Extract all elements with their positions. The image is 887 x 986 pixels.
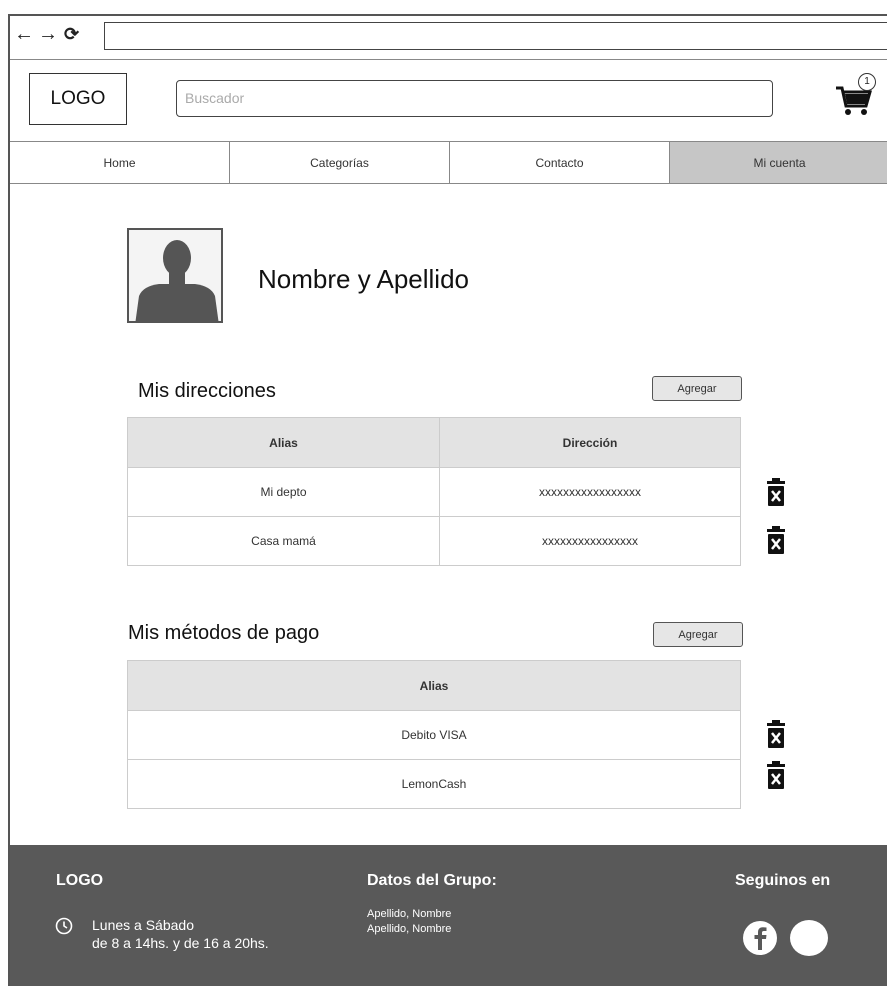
- column-header-alias: Alias: [127, 660, 741, 711]
- add-payment-button[interactable]: Agregar: [653, 622, 743, 647]
- footer-hours-days: Lunes a Sábado: [92, 917, 194, 933]
- nav-item-mi-cuenta[interactable]: Mi cuenta: [670, 142, 887, 183]
- addresses-title: Mis direcciones: [138, 380, 276, 402]
- table-row: Casa mamá xxxxxxxxxxxxxxxx: [127, 516, 741, 566]
- footer-member: Apellido, Nombre: [367, 923, 452, 935]
- column-header-direccion: Dirección: [439, 417, 741, 468]
- main-nav: Home Categorías Contacto Mi cuenta: [10, 142, 887, 184]
- profile-name: Nombre y Apellido: [258, 264, 469, 294]
- payment-alias-cell: LemonCash: [127, 759, 741, 809]
- address-value-cell: xxxxxxxxxxxxxxxxx: [439, 467, 741, 517]
- forward-arrow-icon[interactable]: →: [38, 22, 58, 46]
- user-silhouette-icon: [135, 240, 219, 321]
- table-row: Mi depto xxxxxxxxxxxxxxxxx: [127, 467, 741, 517]
- site-footer: LOGO Lunes a Sábado de 8 a 14hs. y de 16…: [10, 845, 887, 986]
- nav-item-contacto[interactable]: Contacto: [450, 142, 670, 183]
- table-row: LemonCash: [127, 759, 741, 809]
- add-address-button[interactable]: Agregar: [652, 376, 742, 401]
- address-alias-cell: Casa mamá: [127, 516, 440, 566]
- column-header-alias: Alias: [127, 417, 440, 468]
- nav-item-home[interactable]: Home: [10, 142, 230, 183]
- nav-item-categorias[interactable]: Categorías: [230, 142, 450, 183]
- search-input[interactable]: Buscador: [176, 80, 773, 117]
- delete-trash-icon[interactable]: [767, 761, 785, 789]
- site-header: LOGO Buscador 1: [10, 60, 887, 142]
- footer-follow-title: Seguinos en: [735, 872, 831, 889]
- clock-icon: [55, 917, 73, 935]
- table-row: Debito VISA: [127, 710, 741, 760]
- back-arrow-icon[interactable]: ←: [14, 22, 34, 46]
- payments-title: Mis métodos de pago: [128, 622, 320, 644]
- delete-trash-icon[interactable]: [767, 478, 785, 506]
- address-value-cell: xxxxxxxxxxxxxxxx: [439, 516, 741, 566]
- addresses-table: Alias Dirección Mi depto xxxxxxxxxxxxxxx…: [127, 417, 741, 566]
- footer-member: Apellido, Nombre: [367, 908, 452, 920]
- table-header-row: Alias Dirección: [127, 417, 741, 468]
- table-header-row: Alias: [127, 660, 741, 711]
- social-icon[interactable]: [790, 920, 828, 956]
- payments-table: Alias Debito VISA LemonCash: [127, 660, 741, 809]
- footer-hours-times: de 8 a 14hs. y de 16 a 20hs.: [92, 935, 269, 951]
- delete-trash-icon[interactable]: [767, 720, 785, 748]
- browser-toolbar: ← → ⟳: [10, 16, 887, 60]
- reload-icon[interactable]: ⟳: [64, 22, 79, 46]
- delete-trash-icon[interactable]: [767, 526, 785, 554]
- footer-group-title: Datos del Grupo:: [367, 872, 497, 889]
- address-alias-cell: Mi depto: [127, 467, 440, 517]
- address-bar[interactable]: [104, 22, 887, 50]
- cart-count-badge: 1: [858, 73, 876, 91]
- browser-window: ← → ⟳ LOGO Buscador 1 Home Categorías Co…: [8, 14, 887, 986]
- footer-logo[interactable]: LOGO: [56, 872, 103, 890]
- payment-alias-cell: Debito VISA: [127, 710, 741, 760]
- header-logo[interactable]: LOGO: [29, 73, 127, 125]
- facebook-icon[interactable]: [742, 920, 778, 956]
- avatar: [127, 228, 223, 323]
